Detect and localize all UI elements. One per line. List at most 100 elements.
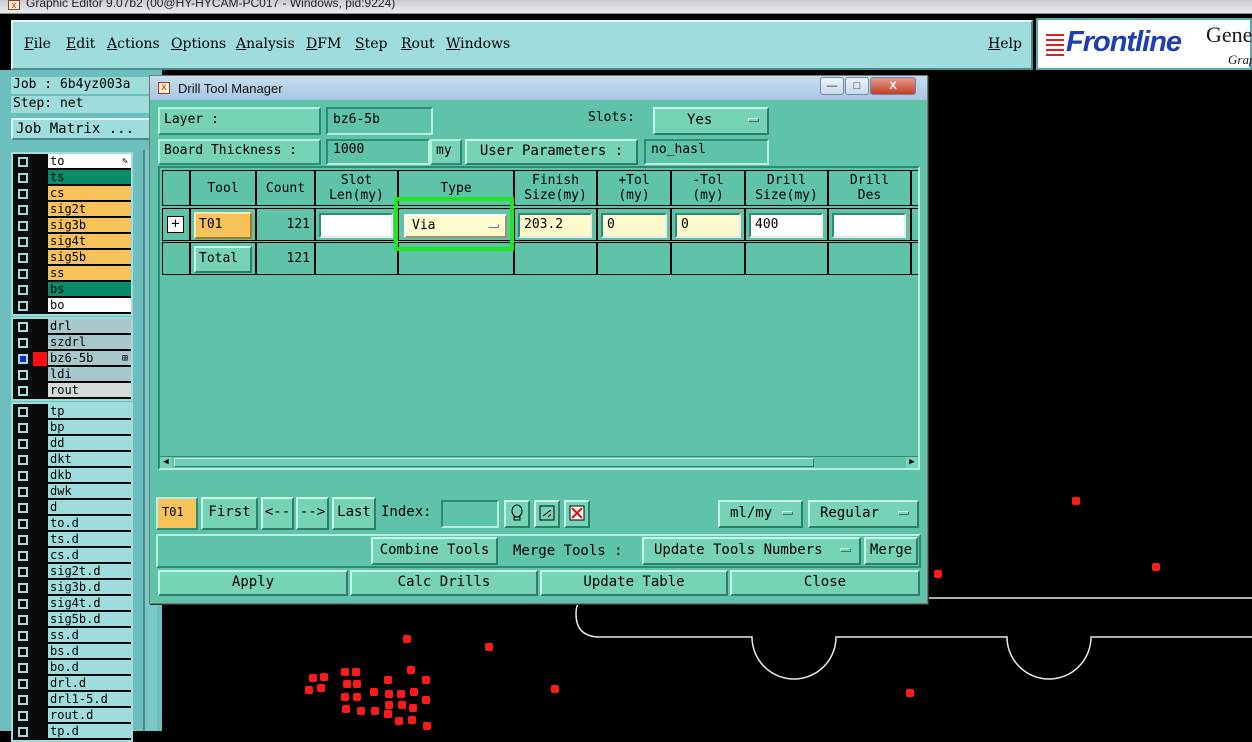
layer-name[interactable]: sig3b.d xyxy=(48,580,131,595)
layer-checkbox[interactable] xyxy=(18,285,28,295)
layer-row[interactable]: sig4t xyxy=(13,234,131,250)
layer-checkbox[interactable] xyxy=(18,695,28,705)
layer-row[interactable]: dd xyxy=(13,436,131,452)
slots-option[interactable]: Yes xyxy=(653,107,769,135)
menu-dfm[interactable]: DFM xyxy=(306,36,341,52)
layer-row[interactable]: ts.d xyxy=(13,532,131,548)
layer-checkbox[interactable] xyxy=(18,253,28,263)
drill-pad[interactable] xyxy=(1072,497,1080,505)
column-header[interactable]: Count xyxy=(256,170,315,206)
prev-button[interactable]: <-- xyxy=(261,497,294,530)
drill-pad[interactable] xyxy=(309,674,317,682)
layer-row[interactable]: dwk xyxy=(13,484,131,500)
column-header[interactable]: Drill Size(my) xyxy=(745,170,828,206)
layer-checkbox[interactable] xyxy=(18,711,28,721)
layer-row[interactable]: drl1-5.d xyxy=(13,692,131,708)
layer-name[interactable]: ss.d xyxy=(48,628,131,643)
layer-name[interactable]: to.d xyxy=(48,516,131,531)
layer-checkbox[interactable] xyxy=(18,439,28,449)
layer-row[interactable]: bp xyxy=(13,420,131,436)
index-field[interactable] xyxy=(441,500,499,528)
column-header[interactable]: S xyxy=(911,170,918,206)
calc-drills-button[interactable]: Calc Drills xyxy=(350,570,538,596)
layer-checkbox[interactable] xyxy=(18,354,28,364)
layer-checkbox[interactable] xyxy=(18,173,28,183)
layer-name[interactable]: dwk xyxy=(48,484,131,499)
tool-name-button[interactable]: T01 xyxy=(194,212,252,239)
column-header[interactable]: +Tol (my) xyxy=(597,170,671,206)
layer-row[interactable]: bz6-5b ⊞ xyxy=(13,351,131,367)
layer-row[interactable]: sig3b xyxy=(13,218,131,234)
menu-step[interactable]: Step xyxy=(355,36,387,52)
layer-row[interactable]: sig4t.d xyxy=(13,596,131,612)
layer-row[interactable]: ldi xyxy=(13,367,131,383)
layer-name[interactable]: sig2t xyxy=(48,202,131,217)
layer-name[interactable]: rout xyxy=(48,383,131,398)
menu-rout[interactable]: Rout xyxy=(401,36,435,52)
menu-actions[interactable]: Actions xyxy=(107,36,160,52)
scroll-thumb[interactable] xyxy=(174,458,814,467)
job-matrix-button[interactable]: Job Matrix ... xyxy=(11,118,151,140)
layer-row[interactable]: bo.d xyxy=(13,660,131,676)
layer-checkbox[interactable] xyxy=(18,663,28,673)
layer-row[interactable]: to ✎ xyxy=(13,154,131,170)
layer-row[interactable]: tp.d xyxy=(13,724,131,740)
layer-checkbox[interactable] xyxy=(18,487,28,497)
layer-row[interactable]: sig5b.d xyxy=(13,612,131,628)
finish-size-field[interactable]: 203.2 xyxy=(518,213,592,238)
layer-name[interactable]: rout.d xyxy=(48,708,131,723)
drill-pad[interactable] xyxy=(1152,563,1160,571)
drill-pad[interactable] xyxy=(353,680,361,688)
layer-row[interactable]: ss xyxy=(13,266,131,282)
dialog-title-bar[interactable]: x Drill Tool Manager — □ X xyxy=(150,76,927,100)
bulb-icon[interactable] xyxy=(504,500,530,528)
menu-edit[interactable]: Edit xyxy=(66,36,95,52)
layer-row[interactable]: dkt xyxy=(13,452,131,468)
layer-checkbox[interactable] xyxy=(18,189,28,199)
drill-pad[interactable] xyxy=(409,704,417,712)
layer-checkbox[interactable] xyxy=(18,647,28,657)
layer-checkbox[interactable] xyxy=(18,471,28,481)
slot-length-field[interactable] xyxy=(319,213,393,238)
layer-name[interactable]: cs xyxy=(48,186,131,201)
layer-checkbox[interactable] xyxy=(18,205,28,215)
drill-pad[interactable] xyxy=(384,710,392,718)
minus-tol-field[interactable]: 0 xyxy=(675,213,741,238)
drill-pad[interactable] xyxy=(343,680,351,688)
drill-pad[interactable] xyxy=(422,676,430,684)
column-header[interactable]: Finish Size(my) xyxy=(514,170,597,206)
board-thickness-field[interactable]: 1000 xyxy=(326,139,430,165)
layer-checkbox[interactable] xyxy=(18,519,28,529)
layer-row[interactable]: drl.d xyxy=(13,676,131,692)
layer-name[interactable]: sig4t xyxy=(48,234,131,249)
layer-name[interactable]: bo xyxy=(48,298,131,313)
close-button[interactable]: Close xyxy=(730,570,920,596)
layer-name[interactable]: sig5b.d xyxy=(48,612,131,627)
menu-options[interactable]: Options xyxy=(171,36,226,52)
column-header[interactable] xyxy=(162,170,190,206)
layer-name[interactable]: sig4t.d xyxy=(48,596,131,611)
column-header[interactable]: -Tol (my) xyxy=(671,170,745,206)
layer-name[interactable]: ss xyxy=(48,266,131,281)
layer-name[interactable]: bz6-5b ⊞ xyxy=(48,351,131,366)
layer-checkbox[interactable] xyxy=(18,407,28,417)
layer-checkbox[interactable] xyxy=(18,503,28,513)
drill-pad[interactable] xyxy=(370,688,378,696)
last-button[interactable]: Last xyxy=(332,497,376,530)
units-option[interactable]: ml/my xyxy=(718,500,803,528)
layer-checkbox[interactable] xyxy=(18,599,28,609)
column-header[interactable]: Slot Len(my) xyxy=(315,170,398,206)
drill-pad[interactable] xyxy=(384,676,392,684)
drill-pad[interactable] xyxy=(398,701,406,709)
layer-name[interactable]: tp xyxy=(48,404,131,419)
layer-name[interactable]: tp.d xyxy=(48,724,131,739)
menu-analysis[interactable]: Analysis xyxy=(236,36,295,52)
zoom-tool-icon[interactable] xyxy=(534,500,560,528)
drill-pad[interactable] xyxy=(397,690,405,698)
menu-windows[interactable]: Windows xyxy=(446,36,510,52)
table-horizontal-scrollbar[interactable]: ◀ ▶ xyxy=(160,456,918,468)
layer-row[interactable]: cs xyxy=(13,186,131,202)
first-button[interactable]: First xyxy=(201,497,258,530)
layer-checkbox[interactable] xyxy=(18,567,28,577)
layer-name[interactable]: cs.d xyxy=(48,548,131,563)
